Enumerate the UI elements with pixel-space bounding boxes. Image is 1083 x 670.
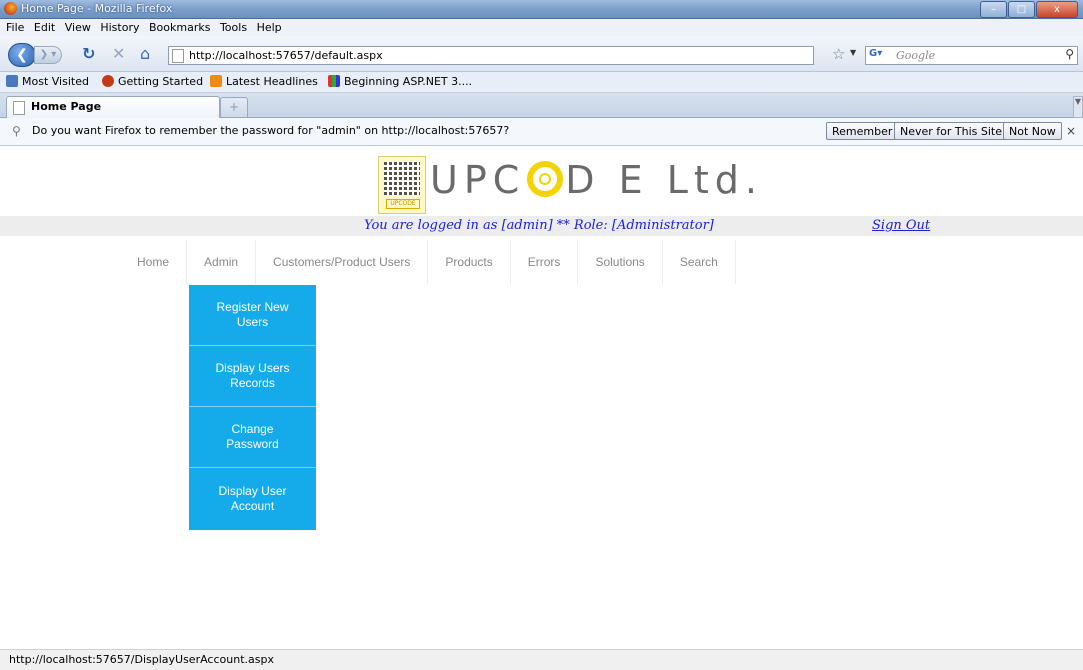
bookmark-label: Getting Started [118, 75, 204, 88]
logo-text-start: UPC [430, 158, 526, 202]
barcode-pattern-overlay [384, 161, 420, 195]
window-controls: – □ x [979, 1, 1078, 18]
nav-products[interactable]: Products [428, 240, 511, 284]
forward-button[interactable]: ❯ ▾ [34, 46, 62, 64]
google-icon[interactable]: G▾ [869, 48, 889, 62]
back-button[interactable]: ❮ [8, 43, 36, 67]
menu-bookmarks[interactable]: Bookmarks [149, 19, 210, 36]
remember-button[interactable]: Remember [826, 122, 899, 140]
logo-text-end: D E Ltd. [565, 158, 763, 202]
key-icon: ⚲ [12, 124, 21, 138]
aspnet-icon [328, 75, 340, 87]
window-titlebar: Home Page - Mozilla Firefox – □ x [0, 0, 1083, 19]
search-placeholder: Google [896, 49, 936, 62]
search-input[interactable]: G▾ Google ⚲ [865, 46, 1078, 65]
menu-display-users-records[interactable]: Display Users Records [189, 346, 316, 407]
firefox-icon [4, 2, 17, 15]
nav-home[interactable]: Home [120, 240, 188, 284]
login-status: You are logged in as [admin] ** Role: [A… [364, 218, 714, 233]
logo-tag: UPCODE [386, 199, 420, 209]
notification-message: Do you want Firefox to remember the pass… [32, 124, 510, 137]
url-bar[interactable]: http://localhost:57657/default.aspx [168, 46, 814, 65]
rss-icon [210, 75, 222, 87]
nav-errors[interactable]: Errors [511, 240, 579, 284]
url-text[interactable]: http://localhost:57657/default.aspx [189, 48, 383, 63]
minimize-button[interactable]: – [980, 1, 1007, 18]
nav-admin[interactable]: Admin [187, 240, 257, 284]
maximize-button[interactable]: □ [1008, 1, 1035, 18]
menu-register-new-users[interactable]: Register New Users [189, 285, 316, 346]
bookmark-label: Most Visited [22, 75, 89, 88]
page-icon [172, 49, 184, 63]
bookmark-label: Latest Headlines [226, 75, 318, 88]
tab-label: Home Page [31, 100, 102, 113]
window-title: Home Page - Mozilla Firefox [21, 2, 173, 15]
logo-o-icon [527, 161, 564, 197]
browser-status-bar: http://localhost:57657/DisplayUserAccoun… [0, 649, 1083, 670]
new-tab-button[interactable]: + [220, 97, 248, 117]
bookmark-latest-headlines[interactable]: Latest Headlines [210, 75, 318, 89]
not-now-button[interactable]: Not Now [1003, 122, 1062, 140]
tab-scroll-icon[interactable]: ▼ [1073, 96, 1083, 118]
nav-search[interactable]: Search [663, 240, 736, 284]
bookmark-getting-started[interactable]: Getting Started [102, 75, 203, 89]
menu-display-user-account[interactable]: Display User Account [189, 468, 316, 530]
menu-help[interactable]: Help [257, 19, 282, 36]
most-visited-icon [6, 75, 18, 87]
menu-file[interactable]: File [6, 19, 24, 36]
admin-dropdown-menu: Register New Users Display Users Records… [189, 285, 316, 530]
stop-icon[interactable]: ✕ [112, 46, 125, 62]
navigation-toolbar: ❮ ❯ ▾ ↻ ✕ ⌂ http://localhost:57657/defau… [0, 36, 1083, 72]
search-icon[interactable]: ⚲ [1065, 47, 1074, 61]
tab-home-page[interactable]: Home Page [6, 96, 220, 118]
bookmarks-toolbar: Most Visited Getting Started Latest Head… [0, 72, 1083, 93]
page-icon [13, 101, 25, 115]
sign-out-link[interactable]: Sign Out [872, 218, 930, 233]
logo-wordmark: UPC D E Ltd. [430, 158, 763, 202]
menu-change-password[interactable]: Change Password [189, 407, 316, 468]
never-for-this-site-button[interactable]: Never for This Site [894, 122, 1009, 140]
menu-tools[interactable]: Tools [220, 19, 247, 36]
menu-history[interactable]: History [100, 19, 139, 36]
status-url: http://localhost:57657/DisplayUserAccoun… [9, 653, 274, 666]
menu-view[interactable]: View [65, 19, 91, 36]
bookmark-star-icon[interactable]: ☆ [832, 45, 845, 63]
password-notification-bar: ⚲ Do you want Firefox to remember the pa… [0, 118, 1083, 146]
firefox-bookmark-icon [102, 75, 114, 87]
menu-bar: File Edit View History Bookmarks Tools H… [0, 19, 1083, 36]
nav-solutions[interactable]: Solutions [578, 240, 663, 284]
reload-icon[interactable]: ↻ [82, 46, 95, 62]
menu-edit[interactable]: Edit [34, 19, 55, 36]
home-icon[interactable]: ⌂ [140, 46, 150, 62]
bookmark-beginning-aspnet[interactable]: Beginning ASP.NET 3.... [328, 75, 472, 89]
url-dropdown-icon[interactable]: ▼ [850, 48, 856, 57]
tab-strip: Home Page + ▼ [0, 93, 1083, 118]
close-window-button[interactable]: x [1036, 1, 1078, 18]
barcode-logo-icon: UPCODE [378, 156, 426, 214]
close-icon[interactable]: × [1066, 124, 1076, 138]
nav-customers-product-users[interactable]: Customers/Product Users [256, 240, 429, 284]
bookmark-most-visited[interactable]: Most Visited [6, 75, 89, 89]
bookmark-label: Beginning ASP.NET 3.... [344, 75, 473, 88]
site-nav: Home Admin Customers/Product Users Produ… [120, 240, 736, 284]
